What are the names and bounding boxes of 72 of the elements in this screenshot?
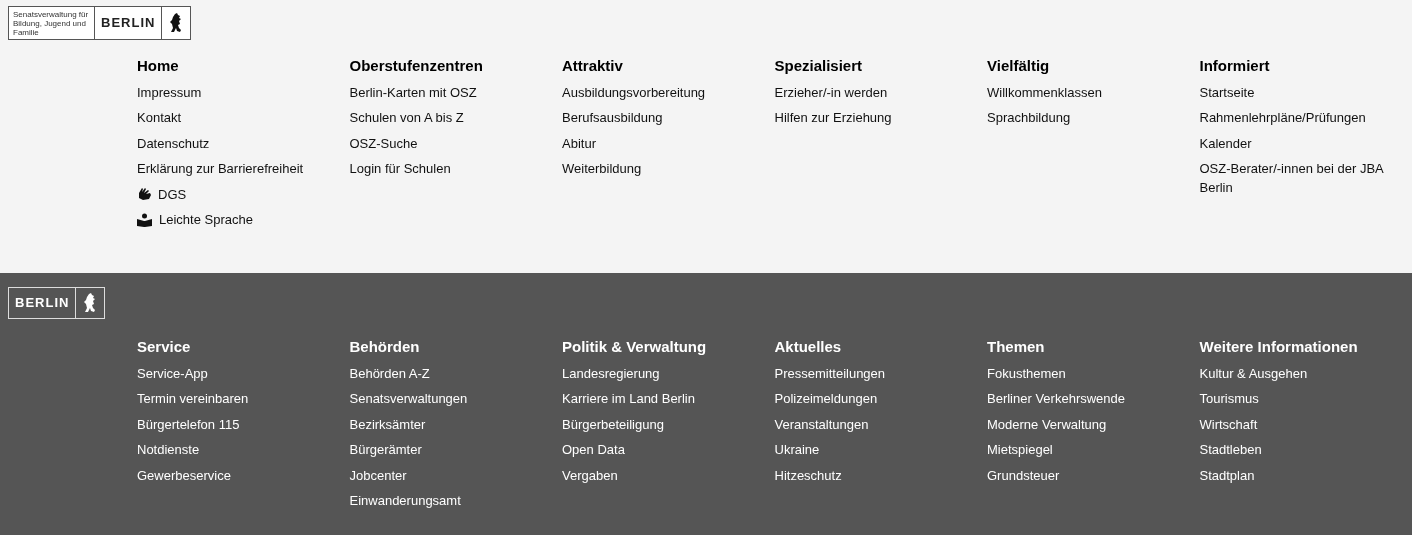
footer-link[interactable]: Weiterbildung [562, 159, 642, 179]
footer-link[interactable]: Landesregierung [562, 363, 660, 383]
footer-link[interactable]: Kalender [1199, 133, 1252, 153]
footer-link[interactable]: Bürgerämter [349, 440, 422, 460]
column-heading: Themen [987, 337, 1046, 357]
column-heading: Home [137, 56, 180, 76]
footer-link[interactable]: Polizeimeldungen [774, 389, 878, 409]
footer-link[interactable]: Fokusthemen [987, 363, 1066, 383]
footer-link[interactable]: Moderne Verwaltung [987, 414, 1107, 434]
column-heading: Service [137, 337, 192, 357]
footer-link[interactable]: Leichte Sprache [137, 210, 253, 230]
footer-link[interactable]: Grundsteuer [987, 465, 1060, 485]
department-name: Senatsverwaltung für Bildung, Jugend und Familie [13, 9, 90, 37]
reading-person-icon [137, 212, 152, 227]
footer-link[interactable]: Notdienste [137, 440, 200, 460]
footer-link[interactable]: Bürgertelefon 115 [137, 414, 240, 434]
footer-link[interactable]: Ukraine [774, 440, 820, 460]
footer-link[interactable]: Stadtplan [1199, 465, 1255, 485]
footer-link[interactable]: DGS [137, 184, 187, 204]
footer-link[interactable]: Ausbildungsvorbereitung [562, 82, 706, 102]
footer-link[interactable]: Datenschutz [137, 133, 210, 153]
footer-link[interactable]: Vergaben [562, 465, 618, 485]
hand-icon [137, 187, 151, 202]
column-heading: Vielfältig [987, 56, 1051, 76]
footer-link[interactable]: Sprachbildung [987, 108, 1071, 128]
footer-link[interactable]: Behörden A-Z [349, 363, 430, 383]
footer-link[interactable]: Erklärung zur Barrierefreiheit [137, 159, 304, 179]
footer-link[interactable]: Kultur & Ausgehen [1199, 363, 1308, 383]
footer-link[interactable]: Senatsverwaltungen [349, 389, 468, 409]
footer-link[interactable]: OSZ-Suche [349, 133, 418, 153]
column-heading: Attraktiv [562, 56, 624, 76]
footer-link[interactable]: Startseite [1199, 82, 1255, 102]
footer-link[interactable]: Karriere im Land Berlin [562, 389, 695, 409]
footer-link[interactable]: OSZ-Berater/-innen bei der JBA Berlin [1199, 159, 1385, 198]
footer-link[interactable]: Bürgerbeteiligung [562, 414, 664, 434]
column-heading: Informiert [1199, 56, 1271, 76]
berlin-wordmark: BERLIN [101, 14, 156, 33]
footer-link[interactable]: Stadtleben [1199, 440, 1262, 460]
footer-link[interactable]: Login für Schulen [349, 159, 451, 179]
footer-link[interactable]: Veranstaltungen [774, 414, 869, 434]
footer-link[interactable]: Bezirksämter [349, 414, 426, 434]
footer-link[interactable]: Impressum [137, 82, 202, 102]
footer-link[interactable]: Hitzeschutz [774, 465, 842, 485]
footer-link[interactable]: Berlin-Karten mit OSZ [349, 82, 477, 102]
column-heading: Oberstufenzentren [349, 56, 484, 76]
footer-link[interactable]: Service-App [137, 363, 208, 383]
column-heading: Politik & Verwaltung [562, 337, 708, 357]
footer-link[interactable]: Berliner Verkehrswende [987, 389, 1126, 409]
footer-link[interactable]: Mietspiegel [987, 440, 1053, 460]
footer-link[interactable]: Kontakt [137, 108, 182, 128]
footer-link[interactable]: Termin vereinbaren [137, 389, 249, 409]
footer-link[interactable]: Hilfen zur Erziehung [774, 108, 892, 128]
column-heading: Spezialisiert [774, 56, 864, 76]
column-heading: Aktuelles [774, 337, 843, 357]
footer-link[interactable]: Jobcenter [349, 465, 407, 485]
footer-link[interactable]: Abitur [562, 133, 596, 153]
footer-link[interactable]: Tourismus [1199, 389, 1259, 409]
bear-icon [170, 13, 183, 33]
footer-link[interactable]: Erzieher/-in werden [774, 82, 888, 102]
footer-link[interactable]: Schulen von A bis Z [349, 108, 464, 128]
column-heading: Behörden [349, 337, 421, 357]
footer-link[interactable]: Willkommenklassen [987, 82, 1102, 102]
footer-link[interactable]: Einwanderungsamt [349, 491, 461, 511]
footer-link[interactable]: Berufsausbildung [562, 108, 663, 128]
footer-link[interactable]: Pressemitteilungen [774, 363, 886, 383]
bear-icon [84, 293, 97, 313]
footer-link[interactable]: Gewerbeservice [137, 465, 231, 485]
footer-link[interactable]: Open Data [562, 440, 625, 460]
footer-link[interactable]: Wirtschaft [1199, 414, 1258, 434]
column-heading: Weitere Informationen [1199, 337, 1359, 357]
footer-link[interactable]: Rahmenlehrpläne/Prüfungen [1199, 108, 1366, 128]
berlin-wordmark: BERLIN [15, 294, 70, 313]
